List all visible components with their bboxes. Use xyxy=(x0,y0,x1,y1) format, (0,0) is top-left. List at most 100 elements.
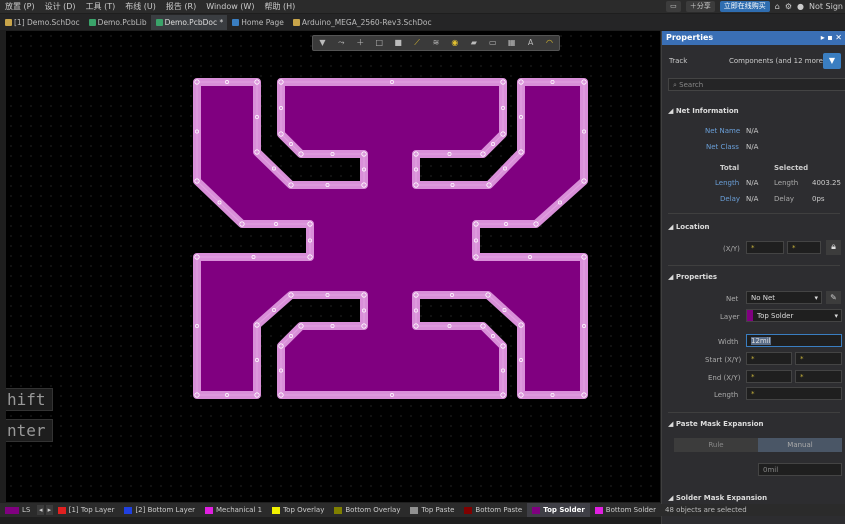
length-prop-label: Length xyxy=(714,391,739,399)
width-label: Width xyxy=(718,338,739,346)
location-x-value: * xyxy=(751,244,755,252)
tab-demo-schdoc[interactable]: [1] Demo.SchDoc xyxy=(0,15,84,30)
layer-color-swatch xyxy=(124,506,133,514)
start-x-value: * xyxy=(751,355,755,363)
panel-pin-icon[interactable]: ▸ ▪ ✕ xyxy=(821,31,842,45)
net-select[interactable]: No Net ▾ xyxy=(746,291,822,304)
start-y-field[interactable]: * xyxy=(795,352,842,365)
layer-tab-label: Bottom Paste xyxy=(475,506,523,514)
menu-route[interactable]: 布线 (U) xyxy=(120,1,161,12)
properties-panel: Properties ▸ ▪ ✕ Track Components (and 12… xyxy=(661,31,845,524)
lock-icon[interactable]: 🔒︎ xyxy=(826,240,841,255)
document-tab-bar: [1] Demo.SchDoc Demo.PcbLib Demo.PcbDoc … xyxy=(0,14,845,30)
paste-mask-manual-button[interactable]: Manual xyxy=(758,438,842,452)
menu-tools[interactable]: 工具 (T) xyxy=(81,1,121,12)
online-buy-button[interactable]: 立即在线购买 xyxy=(719,1,770,12)
paste-mask-rule-button[interactable]: Rule xyxy=(674,438,758,452)
user-icon[interactable]: ● xyxy=(797,2,804,11)
notification-icon[interactable]: ▭ xyxy=(666,1,681,12)
length-prop-value: * xyxy=(751,390,755,398)
net-label: Net xyxy=(726,295,739,303)
home-icon[interactable]: ⌂ xyxy=(775,2,780,11)
width-input[interactable]: 12mil xyxy=(746,334,842,347)
layer-color-swatch xyxy=(532,506,541,514)
layer-color-swatch xyxy=(464,506,473,514)
menu-place[interactable]: 放置 (P) xyxy=(0,1,40,12)
layer-color-swatch xyxy=(334,506,343,514)
filter-button[interactable]: ▼ xyxy=(823,53,841,69)
net-class-value: N/A xyxy=(746,143,759,151)
layer-tab-top-overlay[interactable]: Top Overlay xyxy=(267,503,329,517)
tab-demo-pcbdoc[interactable]: Demo.PcbDoc * xyxy=(150,15,228,30)
menu-help[interactable]: 帮助 (H) xyxy=(259,1,300,12)
menu-design[interactable]: 设计 (D) xyxy=(40,1,81,12)
tab-label: [1] Demo.SchDoc xyxy=(14,18,80,27)
filter-summary[interactable]: Components (and 12 more) xyxy=(729,57,826,65)
location-x-field[interactable]: * xyxy=(746,241,784,254)
object-type: Track xyxy=(669,57,688,65)
user-label[interactable]: Not Sign xyxy=(809,2,843,11)
tab-home-page[interactable]: Home Page xyxy=(227,15,288,30)
layer-tabs: [1] Top Layer [2] Bottom Layer Mechanical … xyxy=(53,503,661,517)
tab-arduino-schdoc[interactable]: Arduino_MEGA_2560-Rev3.SchDoc xyxy=(288,15,436,30)
location-section-title[interactable]: ◢ Location xyxy=(668,223,710,231)
layer-tab-bottom-overlay[interactable]: Bottom Overlay xyxy=(329,503,405,517)
paste-mask-value-field[interactable]: 0mil xyxy=(758,463,842,476)
net-name-label: Net Name xyxy=(705,127,741,135)
end-x-field[interactable]: * xyxy=(746,370,792,383)
layer-tab-top-paste[interactable]: Top Paste xyxy=(405,503,459,517)
paste-mask-section-title[interactable]: ◢ Paste Mask Expansion xyxy=(668,420,764,428)
search-input[interactable]: ⌕ Search xyxy=(668,78,845,91)
delay-label: Delay xyxy=(720,195,741,203)
menu-right-group: ▭ ＋分享 立即在线购买 ⌂ ⚙ ● Not Sign xyxy=(666,0,845,13)
share-button[interactable]: ＋分享 xyxy=(685,1,715,12)
layer-tab-label: Bottom Solder xyxy=(605,506,656,514)
menu-reports[interactable]: 报告 (R) xyxy=(161,1,201,12)
layer-set-button[interactable]: LS xyxy=(0,503,35,517)
length-field[interactable]: * xyxy=(746,387,842,400)
delay-total: N/A xyxy=(746,195,759,203)
length-total: N/A xyxy=(746,179,759,187)
layer-color-swatch xyxy=(594,506,603,514)
start-label: Start (X/Y) xyxy=(705,356,742,364)
tab-label: Home Page xyxy=(241,18,284,27)
layer-color-swatch xyxy=(747,310,753,321)
start-x-field[interactable]: * xyxy=(746,352,792,365)
location-y-field[interactable]: * xyxy=(787,241,821,254)
net-info-section-title[interactable]: ◢ Net Information xyxy=(668,107,739,115)
menu-window[interactable]: Window (W) xyxy=(201,2,259,11)
tab-label: Demo.PcbDoc * xyxy=(164,18,224,27)
solder-mask-section-title[interactable]: ◢ Solder Mask Expansion xyxy=(668,494,767,502)
properties-section-title[interactable]: ◢ Properties xyxy=(668,273,717,281)
tab-label: Arduino_MEGA_2560-Rev3.SchDoc xyxy=(301,18,432,27)
layer-tab-label: Bottom Overlay xyxy=(345,506,401,514)
layer-tab-label: [2] Bottom Layer xyxy=(135,506,196,514)
gear-icon[interactable]: ⚙ xyxy=(785,2,792,11)
delay-selected: 0ps xyxy=(812,195,825,203)
end-y-field[interactable]: * xyxy=(795,370,842,383)
layer-select[interactable]: Top Solder ▾ xyxy=(746,309,842,322)
layer-tab-mechanical-1[interactable]: Mechanical 1 xyxy=(200,503,267,517)
pcb-lib-icon xyxy=(88,19,96,26)
scroll-right-icon[interactable]: ▸ xyxy=(46,505,53,515)
net-class-label: Net Class xyxy=(706,143,739,151)
pcb-canvas[interactable]: ▼ ⤳ ＋ □ ■ ⟋ ≋ ◉ ▰ ▭ ▦ A ◠ hift nter xyxy=(6,31,660,502)
net-picker-icon[interactable]: ✎ xyxy=(826,291,841,304)
chevron-down-icon: ▾ xyxy=(834,312,838,320)
schematic-doc-icon xyxy=(292,19,300,26)
tab-demo-pcblib[interactable]: Demo.PcbLib xyxy=(84,15,151,30)
layer-tab-1-top-layer[interactable]: [1] Top Layer xyxy=(53,503,120,517)
layer-tab-label: [1] Top Layer xyxy=(68,506,115,514)
layer-tab-top-solder[interactable]: Top Solder xyxy=(527,503,590,517)
solder-region[interactable] xyxy=(193,78,588,399)
layer-tab-bottom-paste[interactable]: Bottom Paste xyxy=(459,503,527,517)
start-y-value: * xyxy=(800,355,804,363)
scroll-left-icon[interactable]: ◂ xyxy=(37,505,45,515)
share-label: 分享 xyxy=(696,2,711,10)
net-value: No Net xyxy=(751,294,776,302)
layer-tab-2-bottom-layer[interactable]: [2] Bottom Layer xyxy=(119,503,200,517)
pcb-solder-shape[interactable] xyxy=(6,31,660,502)
layer-label: Layer xyxy=(720,313,740,321)
layer-tab-bottom-solder[interactable]: Bottom Solder xyxy=(590,503,661,517)
layer-color-swatch xyxy=(410,506,419,514)
